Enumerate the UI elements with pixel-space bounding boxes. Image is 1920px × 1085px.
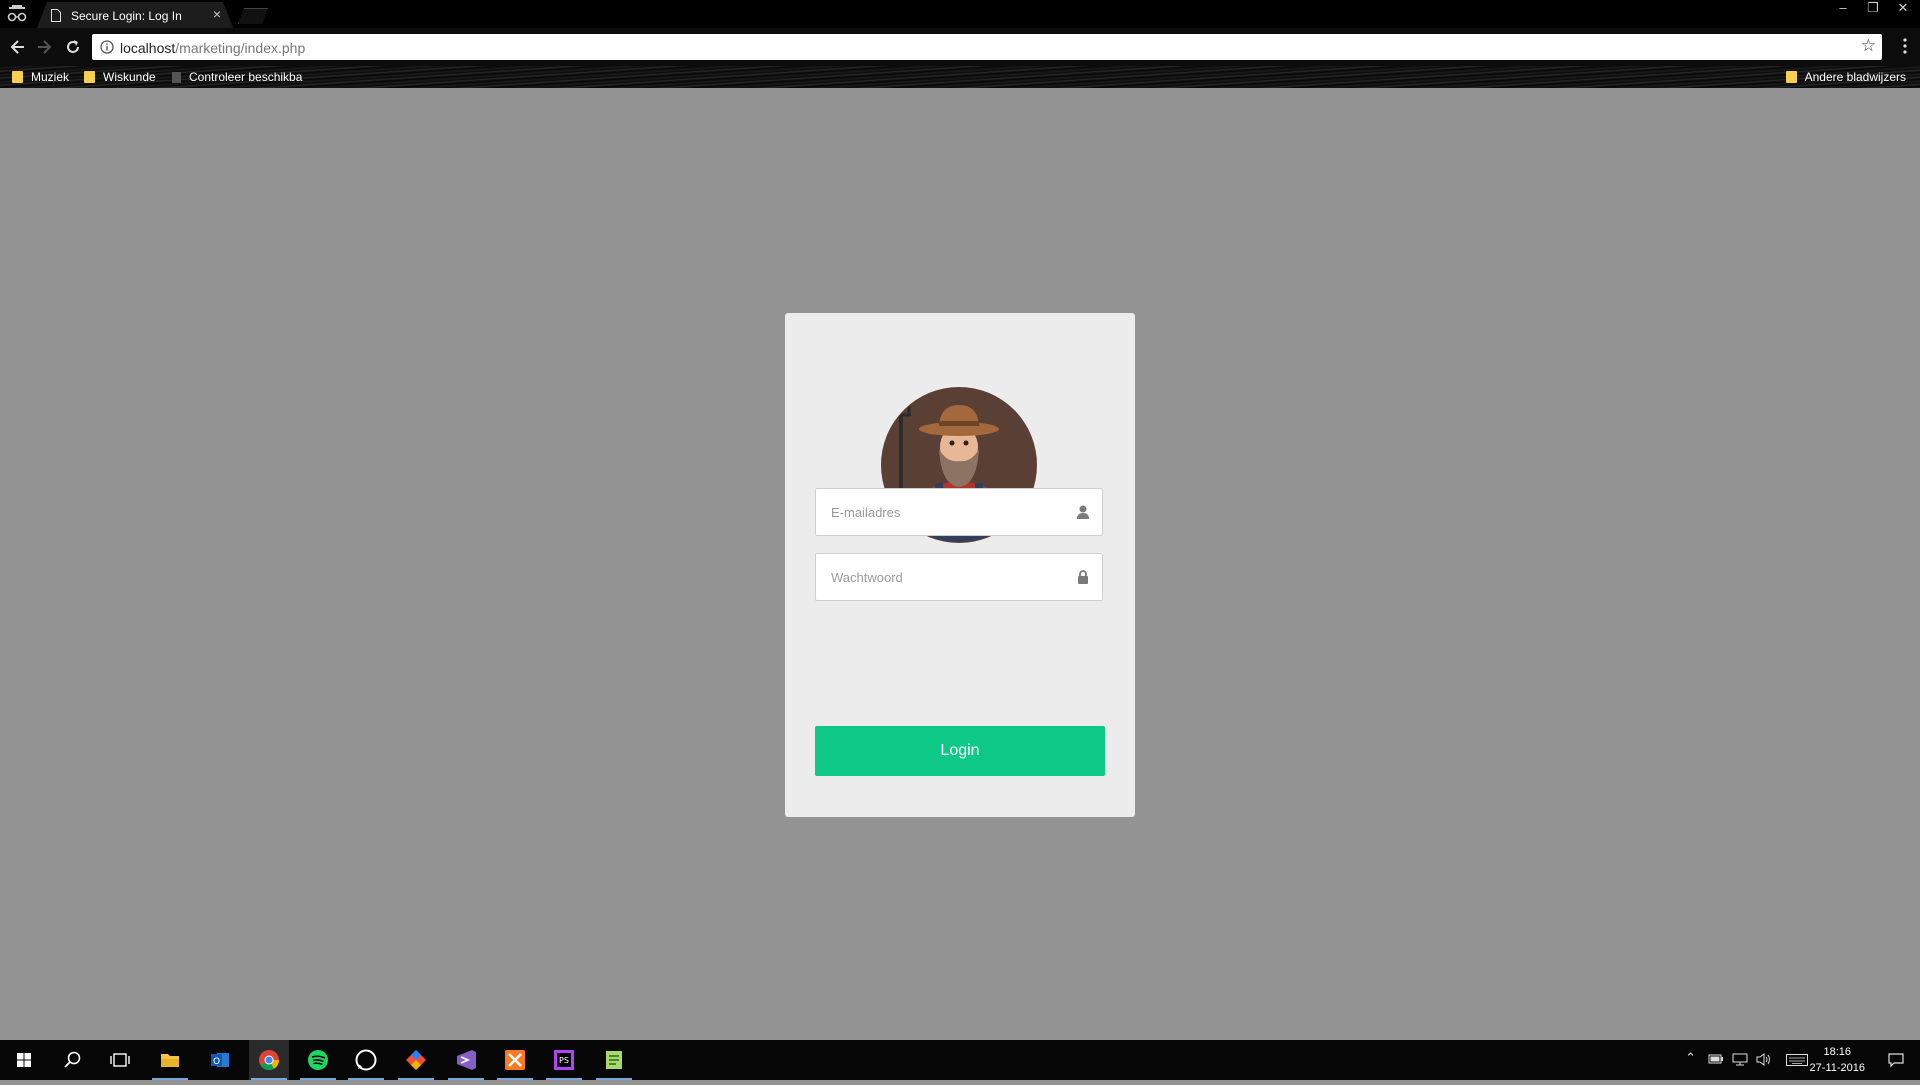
- bookmarks-bar: Muziek Wiskunde Controleer beschikba And…: [0, 66, 1920, 88]
- restore-button[interactable]: ❐: [1858, 0, 1888, 18]
- notifications-icon[interactable]: [1888, 1052, 1904, 1068]
- new-tab-button[interactable]: [238, 8, 268, 24]
- windows-start-icon[interactable]: [4, 1040, 44, 1080]
- url-text[interactable]: localhost/marketing/index.php: [120, 40, 305, 56]
- visual-studio-icon[interactable]: [446, 1040, 486, 1080]
- back-arrow-icon[interactable]: [8, 37, 28, 57]
- bookmark-label: Controleer beschikba: [189, 70, 303, 84]
- bookmark-folder-wiskunde[interactable]: Wiskunde: [84, 70, 156, 84]
- volume-icon[interactable]: [1756, 1053, 1772, 1066]
- folder-icon: [1785, 71, 1797, 83]
- bookmark-label: Muziek: [31, 70, 70, 84]
- battery-icon[interactable]: [1708, 1053, 1724, 1065]
- page-icon: [172, 72, 181, 83]
- system-clock[interactable]: 18:16 27-11-2016: [1810, 1044, 1865, 1076]
- url-path: /marketing/index.php: [175, 40, 306, 56]
- browser-tab[interactable]: Secure Login: Log In ×: [37, 2, 233, 28]
- clock-time: 18:16: [1823, 1046, 1852, 1058]
- clock-date: 27-11-2016: [1809, 1062, 1865, 1074]
- browser-tab-bar: Secure Login: Log In × – ❐ ✕: [0, 0, 1920, 28]
- email-field[interactable]: [815, 488, 1103, 536]
- url-host: localhost: [120, 40, 176, 56]
- info-icon[interactable]: [100, 40, 114, 54]
- svg-text:O: O: [213, 1057, 220, 1067]
- sourcetree-icon[interactable]: [396, 1040, 436, 1080]
- minimize-button[interactable]: –: [1828, 0, 1858, 18]
- forward-arrow-icon[interactable]: [34, 37, 54, 57]
- page-icon: [51, 9, 61, 22]
- bookmark-label: Wiskunde: [103, 70, 156, 84]
- xampp-icon[interactable]: [495, 1040, 535, 1080]
- close-window-button[interactable]: ✕: [1888, 0, 1918, 18]
- password-input[interactable]: [816, 554, 1071, 600]
- phpstorm-icon[interactable]: PS: [544, 1040, 584, 1080]
- lock-icon: [1078, 570, 1088, 584]
- bookmark-folder-other[interactable]: Andere bladwijzers: [1785, 70, 1906, 84]
- outlook-icon[interactable]: O: [200, 1040, 240, 1080]
- bookmark-label: Andere bladwijzers: [1804, 70, 1906, 84]
- user-icon: [1077, 505, 1089, 519]
- keyboard-icon[interactable]: [1786, 1054, 1808, 1066]
- tab-close-icon[interactable]: ×: [213, 6, 221, 22]
- bookmark-folder-muziek[interactable]: Muziek: [12, 70, 69, 84]
- browser-menu-icon[interactable]: [1902, 36, 1908, 56]
- file-explorer-icon[interactable]: [150, 1040, 190, 1080]
- password-field[interactable]: [815, 553, 1103, 601]
- email-input[interactable]: [816, 489, 1071, 535]
- tab-title: Secure Login: Log In: [71, 9, 182, 23]
- spotify-icon[interactable]: [298, 1040, 338, 1080]
- svg-text:PS: PS: [559, 1056, 569, 1065]
- address-bar[interactable]: localhost/marketing/index.php ☆: [92, 34, 1882, 60]
- reload-icon[interactable]: [63, 37, 83, 57]
- bookmark-controleer[interactable]: Controleer beschikba: [172, 70, 302, 84]
- task-view-icon[interactable]: [100, 1040, 140, 1080]
- incognito-icon[interactable]: [6, 4, 28, 24]
- notepad-icon[interactable]: [594, 1040, 634, 1080]
- search-icon[interactable]: [52, 1040, 92, 1080]
- bookmark-star-icon[interactable]: ☆: [1861, 36, 1876, 56]
- show-hidden-icons-chevron-icon[interactable]: ⌃: [1685, 1050, 1696, 1066]
- login-card: Tonnie's grote racewerld Login: [785, 313, 1135, 817]
- browser-toolbar: localhost/marketing/index.php ☆: [0, 28, 1920, 66]
- folder-icon: [12, 71, 23, 83]
- windows-taskbar: O PS ⌃ 18:16 27-11-2016: [0, 1040, 1920, 1080]
- whatsapp-icon[interactable]: [346, 1040, 386, 1080]
- login-button[interactable]: Login: [815, 726, 1105, 776]
- network-icon[interactable]: [1732, 1053, 1748, 1066]
- chrome-icon[interactable]: [249, 1040, 289, 1080]
- folder-icon: [84, 71, 95, 83]
